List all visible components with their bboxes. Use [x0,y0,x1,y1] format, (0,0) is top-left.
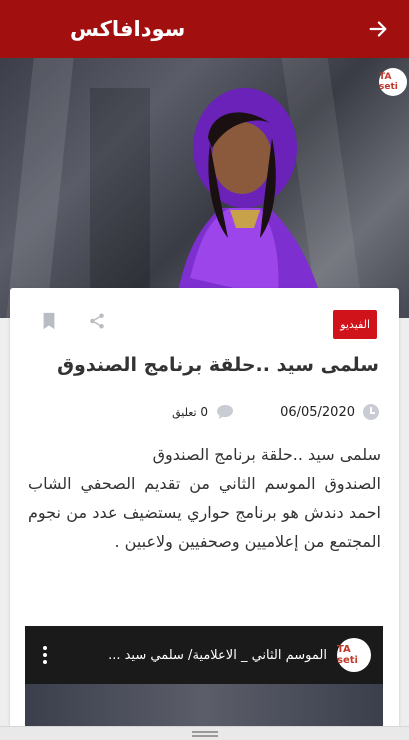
comment-count[interactable]: 0 تعليق [172,405,208,419]
video-channel-logo[interactable]: TA seti [337,638,371,672]
share-icon[interactable] [86,310,108,332]
bottom-sheet-handle[interactable] [0,726,409,740]
article-paragraph: الصندوق الموسم الثاني من تقديم الصحفي ال… [28,474,381,551]
app-bar: سودافاكس [0,0,409,58]
article-title: سلمى سيد ..حلقة برنامج الصندوق [57,354,379,376]
article-meta: 06/05/2020 0 تعليق [10,404,399,420]
article-date: 06/05/2020 [280,404,355,420]
article-body: سلمى سيد ..حلقة برنامج الصندوق الصندوق ا… [10,440,399,556]
embedded-video[interactable]: الموسم الثاني _ الاعلامية/ سلمي سيد ... … [25,626,383,733]
hero-image: TA seti [0,58,409,318]
arrow-right-icon[interactable] [365,16,391,42]
clock-icon [363,404,379,420]
article-card: الفيديو سلمى سيد ..حلقة برنامج الصندوق 0… [10,288,399,733]
category-badge[interactable]: الفيديو [333,310,377,339]
bookmark-icon[interactable] [38,310,60,332]
channel-logo: TA seti [379,68,407,96]
app-title: سودافاكس [70,17,186,41]
video-title[interactable]: الموسم الثاني _ الاعلامية/ سلمي سيد ... [63,648,327,663]
more-options-icon[interactable] [37,646,53,664]
article-paragraph: سلمى سيد ..حلقة برنامج الصندوق [152,445,381,464]
comment-icon[interactable] [216,404,234,420]
person-photo [173,88,327,318]
